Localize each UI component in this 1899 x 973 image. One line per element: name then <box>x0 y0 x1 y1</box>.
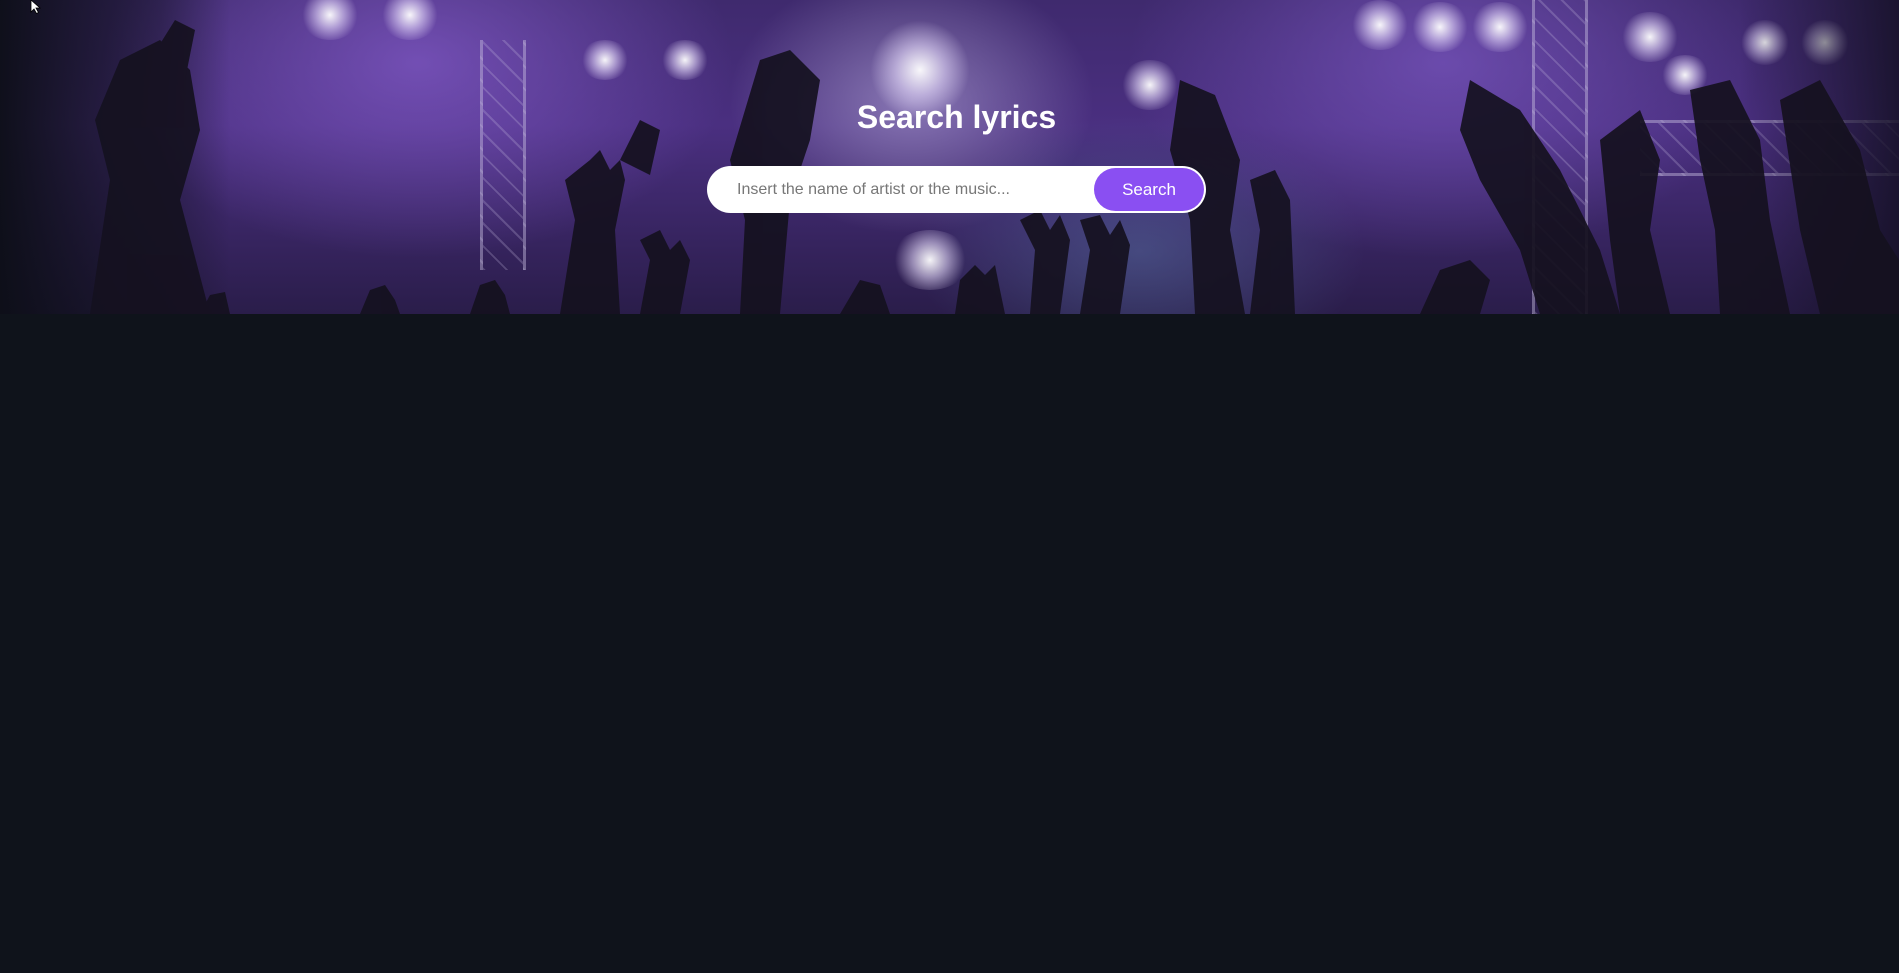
hero-banner: Search lyrics Search <box>0 0 1899 314</box>
search-form: Search <box>707 166 1206 213</box>
results-area <box>0 314 1899 973</box>
mouse-pointer-icon <box>30 0 42 14</box>
crowd-silhouette <box>90 20 1899 314</box>
page-title: Search lyrics <box>856 99 1057 135</box>
search-input[interactable] <box>707 166 1087 213</box>
search-button[interactable]: Search <box>1094 168 1204 211</box>
